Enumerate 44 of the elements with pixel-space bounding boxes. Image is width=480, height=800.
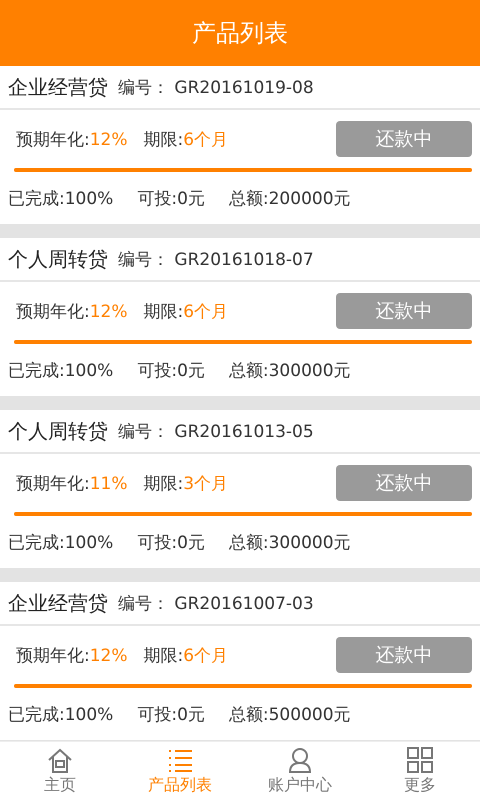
term: 期限:6个月 bbox=[144, 128, 228, 150]
total-amount: 总额:300000元 bbox=[228, 360, 351, 382]
expected-rate: 预期年化:11% bbox=[16, 472, 128, 494]
nav-tab[interactable]: 产品列表 bbox=[120, 742, 240, 800]
expected-rate: 预期年化:12% bbox=[16, 128, 128, 150]
nav-tab[interactable]: 主页 bbox=[0, 742, 120, 800]
total-amount: 总额:200000元 bbox=[228, 188, 351, 210]
available: 可投:0元 bbox=[137, 360, 205, 382]
user-icon bbox=[286, 746, 314, 772]
product-card[interactable]: 个人周转贷 编号： GR20161013-05 预期年化:11% 期限:3个月 还款中 已完成:100% 可投:0元 总额:300000元 bbox=[0, 410, 480, 568]
expected-rate: 预期年化:12% bbox=[16, 644, 128, 666]
available: 可投:0元 bbox=[137, 188, 205, 210]
available: 可投:0元 bbox=[137, 532, 205, 554]
nav-tab[interactable]: 账户中心 bbox=[240, 742, 360, 800]
status-button[interactable]: 还款中 bbox=[336, 637, 472, 673]
total-amount: 总额:500000元 bbox=[228, 704, 351, 726]
expected-rate: 预期年化:12% bbox=[16, 300, 128, 322]
product-code: 编号： GR20161007-03 bbox=[118, 592, 314, 614]
grid-icon bbox=[406, 746, 434, 772]
home-icon bbox=[46, 746, 74, 772]
product-name: 个人周转贷 bbox=[8, 246, 108, 272]
product-card[interactable]: 企业经营贷 编号： GR20161007-03 预期年化:12% 期限:6个月 还款中 已完成:100% 可投:0元 总额:500000元 bbox=[0, 582, 480, 740]
product-name: 企业经营贷 bbox=[8, 74, 108, 100]
status-button[interactable]: 还款中 bbox=[336, 293, 472, 329]
completion: 已完成:100% bbox=[8, 704, 114, 726]
completion: 已完成:100% bbox=[8, 532, 114, 554]
term: 期限:6个月 bbox=[144, 644, 228, 666]
completion: 已完成:100% bbox=[8, 188, 114, 210]
term: 期限:3个月 bbox=[144, 472, 228, 494]
product-card[interactable]: 企业经营贷 编号： GR20161019-08 预期年化:12% 期限:6个月 还款中 已完成:100% 可投:0元 总额:200000元 bbox=[0, 66, 480, 224]
status-button[interactable]: 还款中 bbox=[336, 121, 472, 157]
product-code: 编号： GR20161019-08 bbox=[118, 76, 314, 98]
product-name: 个人周转贷 bbox=[8, 418, 108, 444]
total-amount: 总额:300000元 bbox=[228, 532, 351, 554]
available: 可投:0元 bbox=[137, 704, 205, 726]
nav-tab[interactable]: 更多 bbox=[360, 742, 480, 800]
completion: 已完成:100% bbox=[8, 360, 114, 382]
product-name: 企业经营贷 bbox=[8, 590, 108, 616]
product-code: 编号： GR20161013-05 bbox=[118, 420, 314, 442]
term: 期限:6个月 bbox=[144, 300, 228, 322]
product-code: 编号： GR20161018-07 bbox=[118, 248, 314, 270]
page-title: 产品列表 bbox=[192, 18, 288, 49]
product-card[interactable]: 个人周转贷 编号： GR20161018-07 预期年化:12% 期限:6个月 还款中 已完成:100% 可投:0元 总额:300000元 bbox=[0, 238, 480, 396]
status-button[interactable]: 还款中 bbox=[336, 465, 472, 501]
